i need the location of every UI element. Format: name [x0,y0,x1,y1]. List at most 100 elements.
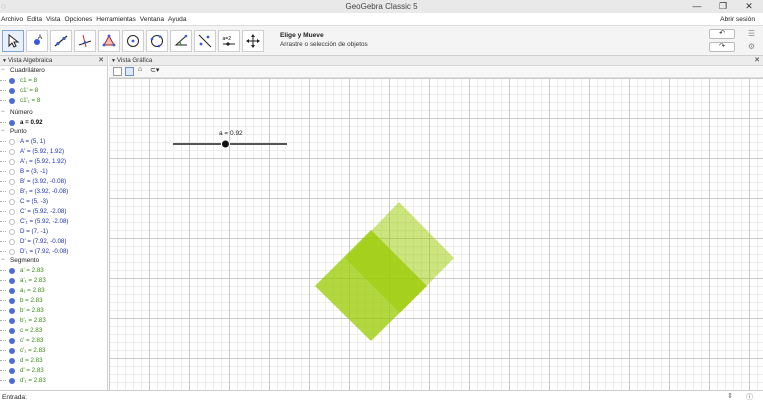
graphics-view[interactable]: ▼ Vista Gráfica ✕ ⌂ ⊂▾ a = 0.92 [109,56,763,390]
polygon-tool-button[interactable] [98,30,120,52]
grid-toggle-icon[interactable] [125,67,134,76]
menu-vista[interactable]: Vista [45,13,62,26]
category-numero[interactable]: − Número [1,109,33,116]
list-item[interactable]: c1' = 8 [0,87,38,94]
list-item[interactable]: D'₁ = (7.92, -0.08) [0,248,69,255]
list-item[interactable]: D' = (7.92, -0.08) [0,238,66,245]
list-item[interactable]: B'₁ = (3.92, -0.08) [0,188,68,195]
close-panel-icon[interactable]: ✕ [98,56,104,66]
list-item[interactable]: a' = 2.83 [0,267,44,274]
collapse-minus-icon[interactable]: − [1,109,5,115]
visibility-toggle-icon[interactable] [9,120,15,126]
visibility-toggle-icon[interactable] [9,278,15,284]
list-item[interactable]: b = 2.83 [0,297,43,304]
angle-tool-button[interactable] [170,30,192,52]
visibility-toggle-icon[interactable] [9,368,15,374]
visibility-toggle-icon[interactable] [9,348,15,354]
list-item[interactable]: b'₁ = 2.83 [0,317,46,324]
move-graphics-tool-button[interactable] [242,30,264,52]
list-item[interactable]: b' = 2.83 [0,307,44,314]
perpendicular-tool-button[interactable] [74,30,96,52]
move-tool-button[interactable] [2,30,24,52]
close-panel-icon[interactable]: ✕ [754,56,760,66]
list-item[interactable]: c'₁ = 2.83 [0,347,45,354]
input-help-icon[interactable]: ⇕ [727,392,733,400]
collapse-triangle-icon[interactable]: ▼ [2,56,7,66]
list-item[interactable]: d = 2.83 [0,357,43,364]
visibility-toggle-icon[interactable] [9,328,15,334]
visibility-toggle-icon[interactable] [9,219,15,225]
minimize-button[interactable]: — [684,0,710,13]
graphics-canvas[interactable]: a = 0.92 [109,78,763,390]
collapse-triangle-icon[interactable]: ▼ [111,56,116,66]
line-tool-button[interactable] [50,30,72,52]
visibility-toggle-icon[interactable] [9,378,15,384]
menu-archivo[interactable]: Archivo [0,13,24,26]
category-punto[interactable]: − Punto [1,128,27,135]
list-item[interactable]: a = 0.92 [0,119,43,126]
redo-button[interactable]: ↷ [709,42,735,52]
list-item[interactable]: d'₁ = 2.83 [0,377,46,384]
menu-ventana[interactable]: Ventana [139,13,165,26]
visibility-toggle-icon[interactable] [9,288,15,294]
list-item[interactable]: B = (3, -1) [0,168,48,175]
menu-herramientas[interactable]: Herramientas [95,13,137,26]
list-item[interactable]: A' = (5.92, 1.92) [0,148,64,155]
settings-gear-icon[interactable]: ⚙ [748,42,755,51]
visibility-toggle-icon[interactable] [9,318,15,324]
collapse-minus-icon[interactable]: − [1,128,5,134]
list-item[interactable]: d' = 2.83 [0,367,44,374]
list-item[interactable]: c = 2.83 [0,327,42,334]
collapse-minus-icon[interactable]: − [1,257,5,263]
list-item[interactable]: A = (5, 1) [0,138,45,145]
visibility-toggle-icon[interactable] [9,338,15,344]
home-icon[interactable]: ⌂ [138,66,142,73]
visibility-toggle-icon[interactable] [9,98,15,104]
visibility-toggle-icon[interactable] [9,169,15,175]
visibility-toggle-icon[interactable] [9,358,15,364]
visibility-toggle-icon[interactable] [9,159,15,165]
list-item[interactable]: c' = 2.83 [0,337,43,344]
login-link[interactable]: Abrir sesión [720,13,755,26]
list-item[interactable]: C = (5, -3) [0,198,48,205]
point-capture-icon[interactable]: ⊂▾ [150,66,159,74]
close-button[interactable]: ✕ [736,0,762,13]
undo-button[interactable]: ↶ [709,29,735,39]
menu-opciones[interactable]: Opciones [63,13,93,26]
visibility-toggle-icon[interactable] [9,78,15,84]
category-cuadrilatero[interactable]: − Cuadrilátero [1,67,45,74]
list-item[interactable]: D = (7, -1) [0,228,48,235]
slider-knob[interactable] [220,139,230,149]
maximize-button[interactable]: ❐ [710,0,736,13]
list-item[interactable]: A'₁ = (5.92, 1.92) [0,158,66,165]
visibility-toggle-icon[interactable] [9,229,15,235]
conic-tool-button[interactable] [146,30,168,52]
visibility-toggle-icon[interactable] [9,139,15,145]
circle-tool-button[interactable] [122,30,144,52]
visibility-toggle-icon[interactable] [9,199,15,205]
input-field[interactable] [28,393,728,402]
list-item[interactable]: C' = (5.92, -2.08) [0,208,66,215]
visibility-toggle-icon[interactable] [9,149,15,155]
visibility-toggle-icon[interactable] [9,179,15,185]
list-item[interactable]: c1 = 8 [0,77,37,84]
collapse-minus-icon[interactable]: − [1,67,5,73]
category-segmento[interactable]: − Segmento [1,257,39,264]
list-item[interactable]: a'₁ = 2.83 [0,277,46,284]
options-menu-icon[interactable]: ☰ [748,29,755,38]
list-item[interactable]: c1'₁ = 8 [0,97,40,104]
axes-toggle-icon[interactable] [113,67,122,76]
visibility-toggle-icon[interactable] [9,298,15,304]
menu-ayuda[interactable]: Ayuda [167,13,188,26]
visibility-toggle-icon[interactable] [9,209,15,215]
menu-edita[interactable]: Edita [26,13,43,26]
visibility-toggle-icon[interactable] [9,249,15,255]
list-item[interactable]: B' = (3.92, -0.08) [0,178,66,185]
slider-tool-button[interactable]: a=2 [218,30,240,52]
visibility-toggle-icon[interactable] [9,239,15,245]
list-item[interactable]: a₁ = 2.83 [0,287,45,294]
visibility-toggle-icon[interactable] [9,189,15,195]
visibility-toggle-icon[interactable] [9,88,15,94]
visibility-toggle-icon[interactable] [9,268,15,274]
help-icon[interactable]: ⓘ [746,392,753,402]
